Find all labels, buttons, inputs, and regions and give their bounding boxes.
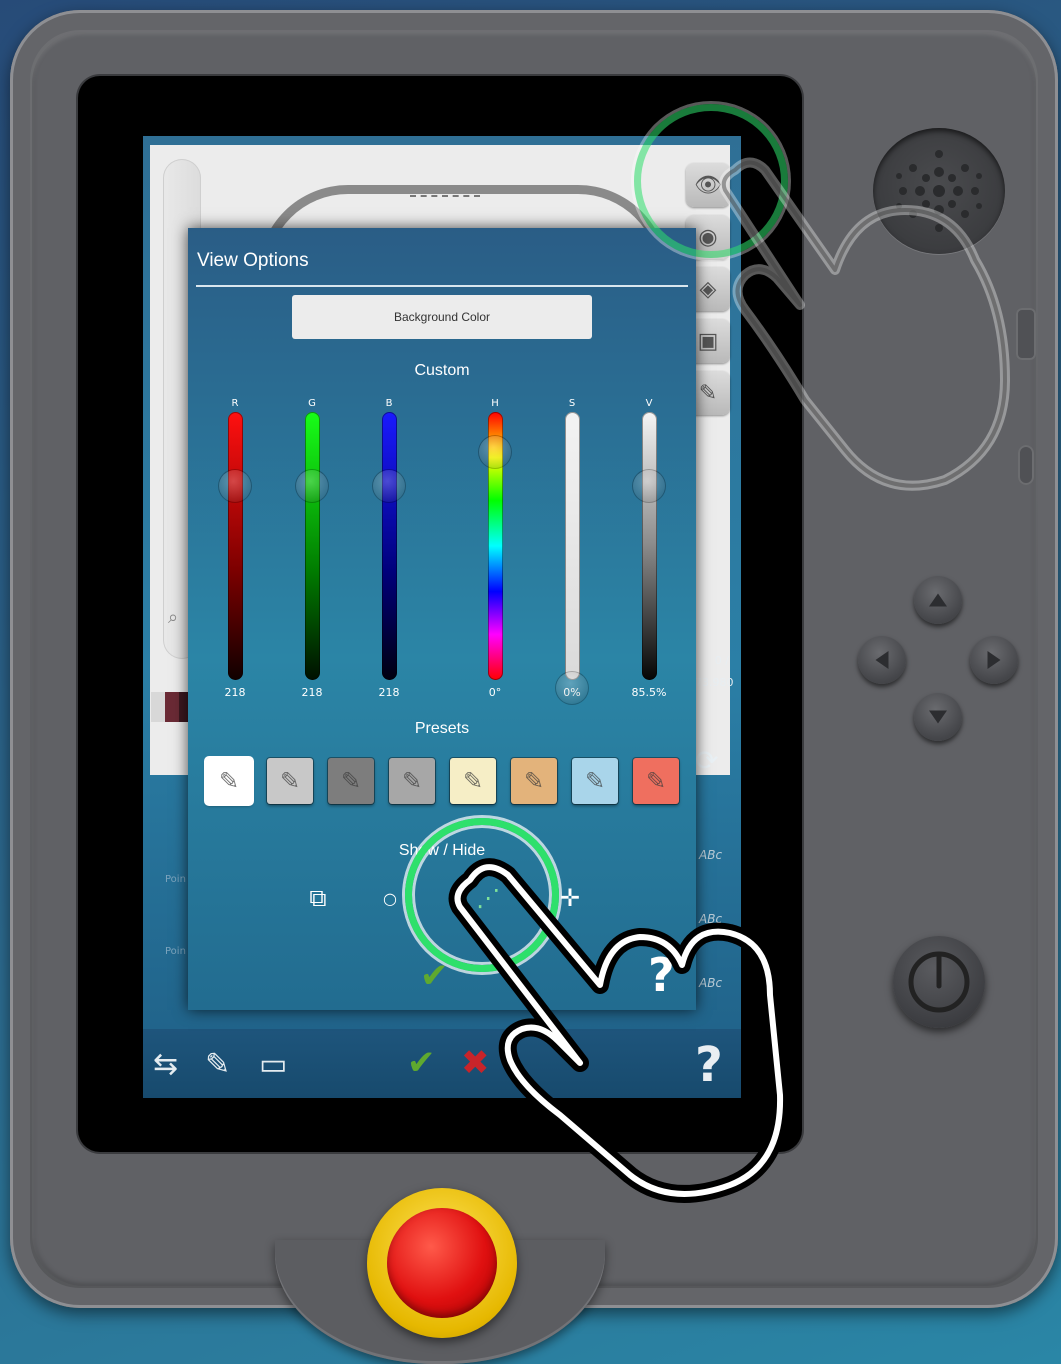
slider-letter: B [385,398,393,409]
emergency-stop-button[interactable] [387,1208,497,1318]
slider-track[interactable] [218,412,251,680]
text-label: ABc [699,848,723,862]
blue-slider[interactable]: B 218 [359,398,419,699]
value-slider[interactable]: V 85.5% [619,398,679,699]
presets-label: Presets [414,720,470,737]
slider-thumb[interactable] [372,470,405,503]
dialog-help-button[interactable]: ? [648,948,675,1002]
side-slot-small [1018,445,1034,485]
slider-letter: H [491,398,499,409]
slider-thumb[interactable] [295,470,328,503]
ok-button[interactable]: ✔ [407,1043,436,1083]
pencil-icon: ✎ [462,767,484,795]
slider-track[interactable] [478,412,511,680]
slider-value: 218 [301,686,323,699]
slider-thumb[interactable] [632,470,665,503]
dialog-title: View Options [197,250,309,271]
point-label: Poin [165,874,186,885]
preset-light-blue[interactable]: ✎ [572,758,618,804]
custom-label: Custom [414,362,470,379]
highlight-ring [405,818,559,972]
slider-thumb[interactable] [478,436,511,468]
zoom-icon: ⌕ [168,607,179,628]
dpad-down-button[interactable] [914,693,962,741]
pencil-icon: ✎ [645,767,667,795]
slider-letter: R [231,398,239,409]
dpad-left-button[interactable] [858,636,906,684]
pencil-icon: ✎ [584,767,606,795]
preset-white[interactable]: ✎ [206,758,252,804]
preset-tan[interactable]: ✎ [511,758,557,804]
preset-dark-gray[interactable]: ✎ [328,758,374,804]
point-label: Poin [165,946,186,957]
slider-track[interactable] [632,412,665,680]
size-readout: 73.980 [695,676,734,689]
preset-light-gray[interactable]: ✎ [267,758,313,804]
pencil-icon: ✎ [340,767,362,795]
power-button[interactable] [893,936,985,1028]
green-slider[interactable]: G 218 [282,398,342,699]
slider-value: 218 [224,686,246,699]
preset-cream[interactable]: ✎ [450,758,496,804]
text-label: ABc [699,976,723,990]
slider-thumb[interactable] [218,470,251,503]
mirror-icon[interactable]: ⇆ [153,1047,178,1082]
pencil-icon: ✎ [218,767,240,795]
dpad-up-button[interactable] [914,576,962,624]
slider-letter: V [645,398,653,409]
pen-icon[interactable]: ✎ [205,1047,230,1082]
hoop-marks [410,195,480,202]
speaker-grille [873,128,1005,254]
help-button[interactable]: ? [695,1037,723,1093]
slider-value: 218 [378,686,400,699]
slider-thumb[interactable] [555,672,588,704]
hide-background-image-icon[interactable]: ⧉ [296,876,340,920]
position-readout: 0 / [714,654,729,667]
slider-track[interactable] [555,412,588,704]
highlight-ring-faded [634,104,788,258]
preset-swatches: ✎ ✎ ✎ ✎ ✎ ✎ ✎ ✎ [206,758,686,804]
saturation-slider[interactable]: S 0% [542,398,602,704]
hue-slider[interactable]: H 0° [465,398,525,699]
slider-track[interactable] [295,412,328,680]
text-label: ABc [699,912,723,926]
slider-letter: G [308,398,316,409]
ruler-icon[interactable]: ▭ [259,1047,287,1082]
slider-value: 0° [488,686,502,699]
emergency-stop-ring [367,1188,517,1338]
power-icon [908,951,970,1013]
slider-letter: S [568,398,576,409]
pencil-icon: ✎ [523,767,545,795]
speaker-holes-icon [896,150,982,232]
title-divider [196,285,688,287]
preset-salmon[interactable]: ✎ [633,758,679,804]
dpad-right-button[interactable] [970,636,1018,684]
background-color-button[interactable]: Background Color [292,295,592,339]
rotate-icon[interactable]: ⟳ [695,744,718,777]
red-slider[interactable]: R 218 [205,398,265,699]
pencil-icon: ✎ [279,767,301,795]
thread-swatches [151,692,193,722]
slider-track[interactable] [372,412,405,680]
bottom-toolbar: ⇆ ✎ ▭ ✔ ✖ ? [143,1029,741,1098]
slider-value: 85.5% [631,686,667,699]
cancel-button[interactable]: ✖ [461,1043,490,1083]
side-slot [1016,308,1036,360]
preset-mid-gray[interactable]: ✎ [389,758,435,804]
pencil-icon: ✎ [401,767,423,795]
